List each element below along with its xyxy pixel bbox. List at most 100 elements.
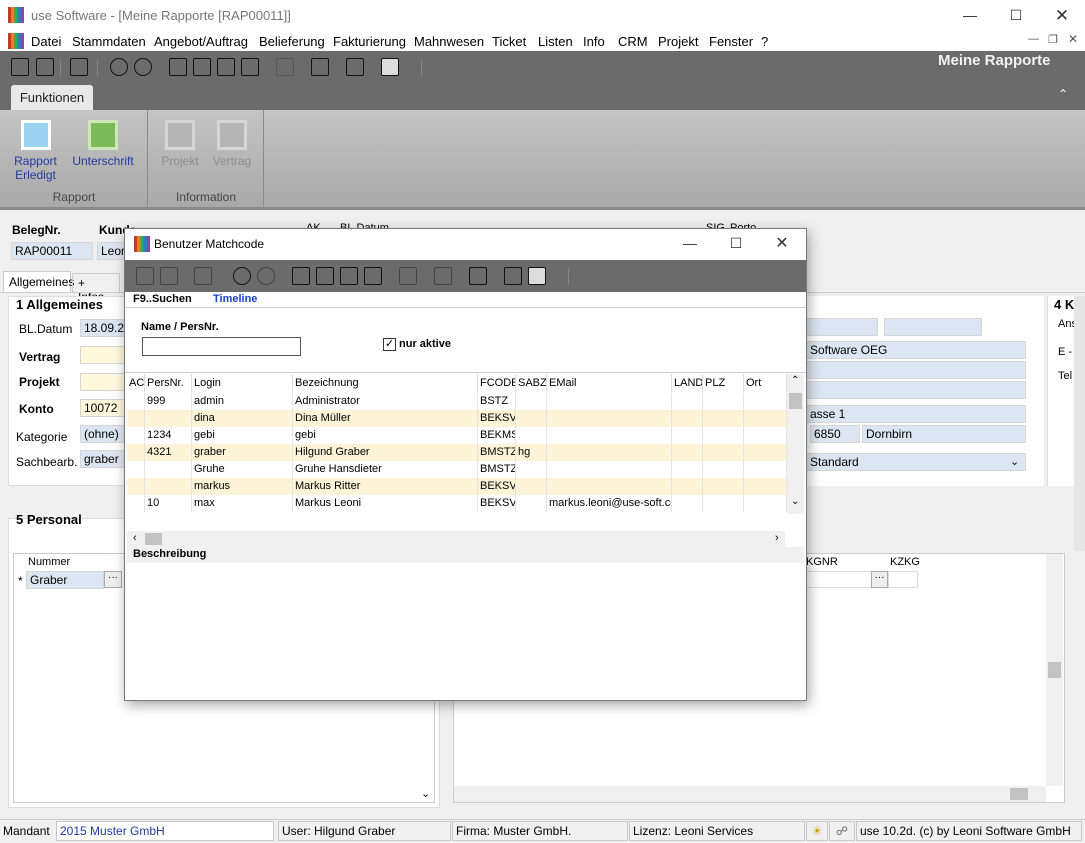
menu-crm[interactable]: CRM: [618, 34, 648, 49]
print-icon[interactable]: [194, 267, 212, 285]
menu-fenster[interactable]: Fenster: [709, 34, 753, 49]
right-grid-vscroll[interactable]: [1046, 554, 1063, 786]
table-row[interactable]: 4321 graber Hilgund Graber BMSTZ hg: [127, 444, 787, 461]
maximize-button[interactable]: ☐: [993, 0, 1039, 31]
close-button[interactable]: ✕: [1039, 0, 1085, 31]
ort-field[interactable]: Dornbirn: [862, 425, 1026, 443]
last-record-icon[interactable]: [241, 58, 259, 76]
address-field-1[interactable]: [806, 318, 878, 336]
last-record-icon[interactable]: [364, 267, 382, 285]
firma-field[interactable]: Software OEG: [806, 341, 1026, 359]
vertrag-field[interactable]: [80, 346, 126, 364]
unterschrift-button[interactable]: Unterschrift: [70, 116, 136, 168]
mdi-minimize-icon[interactable]: —: [1028, 33, 1039, 45]
delete-icon[interactable]: [311, 58, 329, 76]
lookup-button[interactable]: ···: [104, 571, 122, 588]
menu-ticket[interactable]: Ticket: [492, 34, 526, 49]
scroll-thumb[interactable]: [1010, 788, 1028, 800]
table-row[interactable]: 10maxMarkus LeoniBEKSVZ markus.leoni@use-…: [127, 495, 787, 512]
network-icon[interactable]: ☍: [829, 821, 855, 841]
dialog-close-button[interactable]: ✕: [759, 229, 805, 258]
refresh-icon[interactable]: [134, 58, 152, 76]
plz-field[interactable]: 6850: [810, 425, 860, 443]
projekt-field[interactable]: [80, 373, 126, 391]
print-icon[interactable]: [70, 58, 88, 76]
prev-record-icon[interactable]: [316, 267, 334, 285]
mdi-close-icon[interactable]: ✕: [1068, 32, 1078, 46]
search-icon[interactable]: [110, 58, 128, 76]
col-plz[interactable]: PLZ: [703, 374, 744, 392]
scroll-thumb[interactable]: [789, 393, 802, 409]
menu-projekt[interactable]: Projekt: [658, 34, 698, 49]
kzkg-cell[interactable]: [888, 571, 918, 588]
menu-belieferung[interactable]: Belieferung: [259, 34, 325, 49]
dialog-minimize-button[interactable]: —: [667, 229, 713, 258]
tab-infos[interactable]: + Infos: [72, 273, 120, 304]
refresh-icon[interactable]: [257, 267, 275, 285]
first-record-icon[interactable]: [169, 58, 187, 76]
scroll-up-icon[interactable]: ⌃: [791, 375, 799, 386]
tab-funktionen[interactable]: Funktionen: [11, 85, 93, 110]
projekt-button[interactable]: Projekt: [158, 116, 202, 168]
table-row[interactable]: markusMarkus RitterBEKSVZ: [127, 478, 787, 495]
chevron-down-icon[interactable]: ⌄: [421, 787, 430, 800]
col-email[interactable]: EMail: [547, 374, 672, 392]
filter-icon[interactable]: [504, 267, 522, 285]
tab-timeline[interactable]: Timeline: [213, 293, 257, 305]
cancel-icon[interactable]: [469, 267, 487, 285]
vertrag-button[interactable]: Vertrag: [210, 116, 254, 168]
belegnr-field[interactable]: RAP00011: [11, 242, 93, 260]
right-grid-hscroll[interactable]: [454, 786, 1046, 802]
search-icon[interactable]: [233, 267, 251, 285]
prev-record-icon[interactable]: [193, 58, 211, 76]
scroll-thumb[interactable]: [1048, 662, 1061, 678]
menu-angebot[interactable]: Angebot/Auftrag: [154, 34, 248, 49]
more-icon[interactable]: [528, 267, 546, 285]
more-icon[interactable]: [381, 58, 399, 76]
col-login[interactable]: Login: [192, 374, 293, 392]
rapport-erledigt-button[interactable]: Rapport Erledigt: [8, 116, 63, 182]
delete-icon[interactable]: [434, 267, 452, 285]
scroll-down-icon[interactable]: ⌄: [791, 496, 799, 507]
address-field-3[interactable]: [806, 361, 1026, 379]
table-row[interactable]: 999 admin Administrator BSTZ: [127, 393, 787, 410]
edit-icon[interactable]: [136, 267, 154, 285]
scroll-left-icon[interactable]: ‹: [133, 532, 137, 544]
nur-aktive-checkbox[interactable]: ✓: [383, 338, 396, 351]
menu-mahnwesen[interactable]: Mahnwesen: [414, 34, 484, 49]
strasse-field[interactable]: asse 1: [806, 405, 1026, 423]
sun-icon[interactable]: ☀: [806, 821, 828, 841]
bldatum-field[interactable]: 18.09.20: [80, 319, 126, 337]
konto-field[interactable]: 10072: [80, 399, 126, 417]
address-field-2[interactable]: [884, 318, 982, 336]
menu-listen[interactable]: Listen: [538, 34, 573, 49]
table-row[interactable]: 1234gebigebiBEKMST: [127, 427, 787, 444]
beschreibung-area[interactable]: [127, 563, 804, 699]
menu-help[interactable]: ?: [761, 34, 768, 49]
menu-info[interactable]: Info: [583, 34, 605, 49]
pencil-icon[interactable]: [399, 267, 417, 285]
chevron-down-icon[interactable]: ⌄: [1010, 455, 1019, 468]
tab-suchen[interactable]: F9..Suchen: [133, 293, 192, 305]
scroll-right-icon[interactable]: ›: [775, 532, 779, 544]
address-field-4[interactable]: [806, 381, 1026, 399]
mandant-value[interactable]: 2015 Muster GmbH: [56, 821, 274, 841]
col-ort[interactable]: Ort: [744, 374, 787, 392]
next-record-icon[interactable]: [217, 58, 235, 76]
cancel-icon[interactable]: [346, 58, 364, 76]
personal-row-value[interactable]: Graber: [26, 571, 104, 589]
grid-vscroll[interactable]: ⌃ ⌄: [787, 374, 804, 514]
table-row[interactable]: dinaDina MüllerBEKSVZ: [127, 410, 787, 427]
col-persnr[interactable]: PersNr.: [145, 374, 192, 392]
col-fcode[interactable]: FCODE: [478, 374, 516, 392]
col-land[interactable]: LAND: [672, 374, 703, 392]
col-bezeichnung[interactable]: Bezeichnung: [293, 374, 478, 392]
pencil-icon[interactable]: [276, 58, 294, 76]
minimize-button[interactable]: —: [947, 0, 993, 31]
form-scrollbar[interactable]: [1074, 296, 1085, 551]
sachbearb-select[interactable]: graber: [80, 450, 126, 468]
name-input[interactable]: [142, 337, 301, 356]
menu-datei[interactable]: Datei: [31, 34, 61, 49]
kategorie-select[interactable]: (ohne): [80, 425, 126, 443]
kunde-field[interactable]: Leoni: [97, 242, 127, 260]
